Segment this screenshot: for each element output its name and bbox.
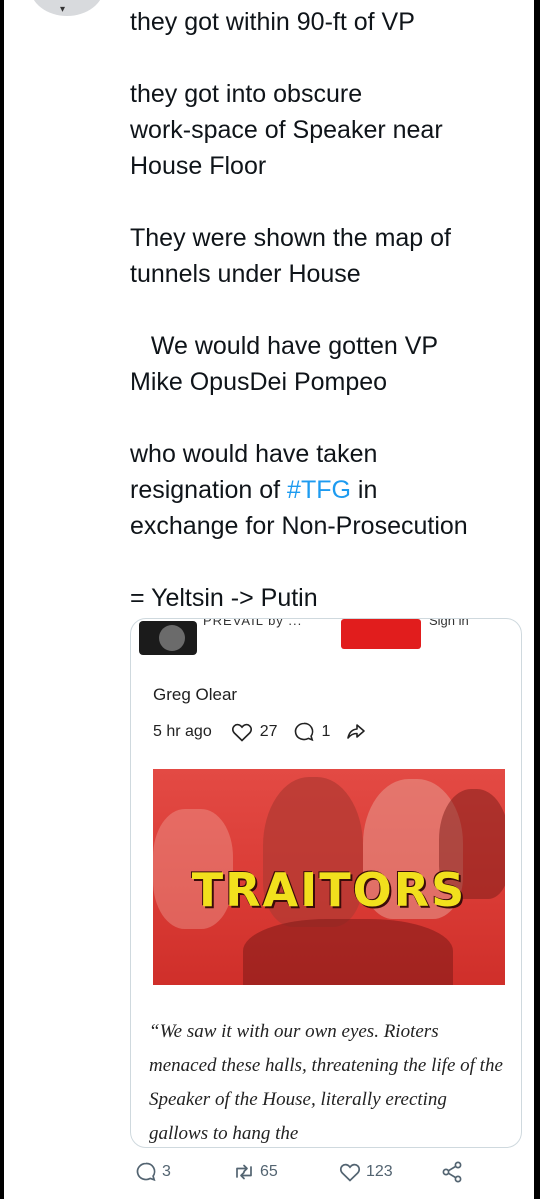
image-headline-text: TRAITORS — [191, 863, 467, 917]
tweet-action-bar: 3 65 123 — [130, 1160, 510, 1190]
parent-avatar[interactable]: ▾ — [30, 0, 104, 16]
article-excerpt: “We saw it with our own eyes. Rioters me… — [149, 1021, 503, 1144]
publication-logo — [139, 621, 197, 655]
avatar-mark-icon: ▾ — [60, 4, 66, 15]
author-name: Greg Olear — [153, 685, 238, 704]
like-button[interactable]: 123 — [338, 1160, 393, 1184]
share-button[interactable] — [440, 1160, 464, 1184]
tweet-paragraph: They were shown the map of tunnels under… — [130, 224, 451, 288]
post-meta: 5 hr ago 27 1 — [153, 721, 368, 743]
post-like-count: 27 — [259, 723, 278, 740]
publication-name: PREVAIL by ... — [203, 618, 303, 628]
like-count: 123 — [366, 1163, 393, 1180]
reply-button[interactable]: 3 — [134, 1160, 171, 1184]
heart-icon — [339, 1163, 361, 1182]
comment-icon[interactable] — [292, 720, 316, 744]
share-network-icon — [442, 1161, 462, 1183]
hashtag-link[interactable]: #TFG — [287, 476, 351, 504]
heart-icon[interactable] — [230, 720, 254, 744]
link-preview-card[interactable]: PREVAIL by ... Sign in Greg Olear 5 hr a… — [130, 618, 522, 1148]
tweet-body: they got within 90-ft of VP they got int… — [130, 4, 520, 652]
post-time: 5 hr ago — [153, 723, 212, 740]
retweet-icon — [236, 1164, 252, 1180]
sign-in-link[interactable]: Sign in — [429, 619, 469, 628]
retweet-button[interactable]: 65 — [232, 1160, 278, 1184]
post-comment-count: 1 — [321, 723, 331, 740]
share-icon[interactable] — [344, 720, 368, 744]
article-image[interactable]: TRAITORS — [153, 769, 505, 985]
tweet-paragraph-hashtag: who would have taken resignation of #TFG… — [130, 436, 520, 544]
subscribe-button[interactable] — [341, 619, 421, 649]
tweet-paragraph: We would have gotten VP Mike OpusDei Pom… — [130, 332, 439, 396]
reply-icon — [136, 1162, 156, 1182]
retweet-count: 65 — [260, 1163, 278, 1180]
tweet-last-line: = Yeltsin -> Putin — [130, 584, 318, 612]
screen-edge-left — [0, 0, 4, 1199]
card-topbar: PREVAIL by ... Sign in — [131, 619, 521, 657]
tweet-paragraph: they got into obscure work-space of Spea… — [130, 80, 443, 180]
screen-edge-right — [534, 0, 540, 1199]
reply-count: 3 — [162, 1163, 171, 1180]
tweet-paragraph: they got within 90-ft of VP — [130, 8, 415, 36]
